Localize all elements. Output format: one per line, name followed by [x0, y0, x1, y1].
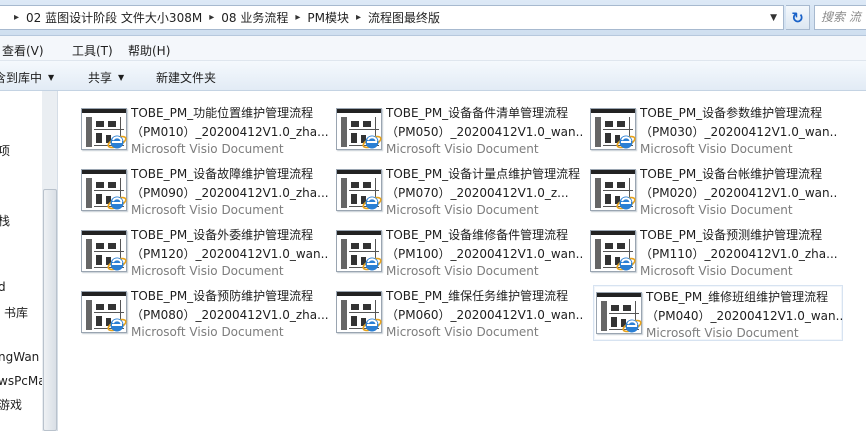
- file-name-suffix: （PM090）_20200412V1.0_zha...: [131, 186, 329, 200]
- chevron-right-icon[interactable]: ▸: [356, 12, 361, 23]
- file-name-suffix: （PM050）_20200412V1.0_wan...: [386, 125, 584, 139]
- file-name: TOBE_PM_功能位置维护管理流程: [131, 106, 314, 120]
- file-item[interactable]: TOBE_PM_设备计量点维护管理流程 （PM070）_20200412V1.0_…: [333, 162, 583, 218]
- file-name: TOBE_PM_设备台帐维护管理流程: [640, 167, 823, 181]
- chevron-right-icon[interactable]: ▸: [295, 12, 300, 23]
- ie-icon: [362, 257, 382, 271]
- nav-item-1[interactable]: 项: [0, 142, 10, 159]
- file-item[interactable]: TOBE_PM_维修班组维护管理流程 （PM040）_20200412V1.0_w…: [593, 285, 844, 341]
- file-item[interactable]: TOBE_PM_设备维修备件管理流程 （PM100）_20200412V1.0_w…: [333, 223, 584, 279]
- file-type: Microsoft Visio Document: [386, 264, 539, 278]
- file-name: TOBE_PM_设备故障维护管理流程: [131, 167, 314, 181]
- include-in-library-button[interactable]: 含到库中 ▼: [0, 69, 54, 86]
- include-in-library-label: 含到库中: [0, 71, 43, 85]
- chevron-down-icon: ▼: [48, 73, 55, 82]
- refresh-button[interactable]: ↻: [786, 5, 810, 30]
- ie-icon: [616, 196, 636, 210]
- file-type: Microsoft Visio Document: [386, 142, 539, 156]
- ie-icon: [107, 135, 127, 149]
- menu-view[interactable]: 查看(V): [2, 42, 44, 59]
- file-item[interactable]: TOBE_PM_功能位置维护管理流程 （PM010）_20200412V1.0_z…: [78, 101, 329, 157]
- chevron-right-icon[interactable]: ▸: [14, 12, 19, 23]
- ie-icon: [616, 257, 636, 271]
- file-type: Microsoft Visio Document: [131, 264, 284, 278]
- menu-bar: 查看(V) 工具(T) 帮助(H): [0, 36, 866, 61]
- chevron-right-icon[interactable]: ▸: [209, 12, 214, 23]
- file-name: TOBE_PM_维保任务维护管理流程: [386, 289, 569, 303]
- breadcrumb-final-flowcharts[interactable]: 流程图最终版: [368, 9, 440, 26]
- file-item[interactable]: TOBE_PM_设备故障维护管理流程 （PM090）_20200412V1.0_z…: [78, 162, 329, 218]
- file-list: TOBE_PM_功能位置维护管理流程 （PM010）_20200412V1.0_z…: [58, 91, 866, 431]
- ie-icon: [362, 196, 382, 210]
- address-bar[interactable]: ▸ 02 蓝图设计阶段 文件大小308M ▸ 08 业务流程 ▸ PM模块 ▸ …: [0, 5, 784, 30]
- file-type: Microsoft Visio Document: [386, 325, 539, 339]
- file-type: Microsoft Visio Document: [386, 203, 539, 217]
- ie-icon: [107, 318, 127, 332]
- file-name-suffix: （PM110）_20200412V1.0_zha...: [640, 247, 838, 261]
- file-name-suffix: （PM030）_20200412V1.0_wan...: [640, 125, 838, 139]
- nav-item-5[interactable]: ngWan: [0, 350, 39, 364]
- file-name: TOBE_PM_维修班组维护管理流程: [646, 290, 829, 304]
- ie-icon: [362, 135, 382, 149]
- ie-icon: [107, 257, 127, 271]
- file-item[interactable]: TOBE_PM_设备参数维护管理流程 （PM030）_20200412V1.0_w…: [587, 101, 838, 157]
- nav-item-7[interactable]: 游戏: [0, 396, 22, 413]
- new-folder-button[interactable]: 新建文件夹: [156, 69, 216, 86]
- file-type: Microsoft Visio Document: [640, 203, 793, 217]
- address-row: ▸ 02 蓝图设计阶段 文件大小308M ▸ 08 业务流程 ▸ PM模块 ▸ …: [0, 0, 866, 36]
- ie-icon: [107, 196, 127, 210]
- chevron-down-icon: ▼: [118, 73, 125, 82]
- file-name: TOBE_PM_设备备件清单管理流程: [386, 106, 569, 120]
- file-name: TOBE_PM_设备外委维护管理流程: [131, 228, 314, 242]
- nav-item-3[interactable]: d: [0, 280, 6, 294]
- file-name-suffix: （PM060）_20200412V1.0_wan...: [386, 308, 584, 322]
- ie-icon: [362, 318, 382, 332]
- share-button[interactable]: 共享 ▼: [88, 69, 124, 86]
- file-type: Microsoft Visio Document: [640, 142, 793, 156]
- ie-icon: [616, 135, 636, 149]
- chevron-down-icon[interactable]: ▼: [770, 13, 777, 23]
- nav-scrollbar-thumb[interactable]: [43, 189, 57, 431]
- file-item[interactable]: TOBE_PM_维保任务维护管理流程 （PM060）_20200412V1.0_w…: [333, 284, 584, 340]
- file-type: Microsoft Visio Document: [131, 203, 284, 217]
- file-name-suffix: （PM080）_20200412V1.0_zha...: [131, 308, 329, 322]
- file-name-suffix: （PM040）_20200412V1.0_wan...: [646, 309, 844, 323]
- file-type: Microsoft Visio Document: [640, 264, 793, 278]
- share-label: 共享: [88, 71, 113, 85]
- file-item[interactable]: TOBE_PM_设备台帐维护管理流程 （PM020）_20200412V1.0_w…: [587, 162, 838, 218]
- file-name: TOBE_PM_设备预测维护管理流程: [640, 228, 823, 242]
- breadcrumb-pm-module[interactable]: PM模块: [307, 9, 349, 26]
- menu-help[interactable]: 帮助(H): [128, 42, 170, 59]
- file-type: Microsoft Visio Document: [646, 326, 799, 340]
- refresh-icon: ↻: [791, 8, 804, 27]
- toolbar: 含到库中 ▼ 共享 ▼ 新建文件夹: [0, 61, 866, 91]
- file-type: Microsoft Visio Document: [131, 142, 284, 156]
- breadcrumb-blueprint[interactable]: 02 蓝图设计阶段 文件大小308M: [26, 9, 202, 26]
- nav-item-4[interactable]: 书库: [4, 304, 28, 321]
- file-name: TOBE_PM_设备参数维护管理流程: [640, 106, 823, 120]
- search-input[interactable]: 搜索 流: [814, 5, 866, 30]
- file-name: TOBE_PM_设备预防维护管理流程: [131, 289, 314, 303]
- file-name-suffix: （PM010）_20200412V1.0_zha...: [131, 125, 329, 139]
- breadcrumb-business-process[interactable]: 08 业务流程: [221, 9, 288, 26]
- file-name: TOBE_PM_设备维修备件管理流程: [386, 228, 569, 242]
- nav-item-6[interactable]: wsPcMa: [0, 374, 46, 388]
- file-type: Microsoft Visio Document: [131, 325, 284, 339]
- file-name-suffix: （PM020）_20200412V1.0_wan...: [640, 186, 838, 200]
- ie-icon: [622, 319, 642, 333]
- file-item[interactable]: TOBE_PM_设备预防维护管理流程 （PM080）_20200412V1.0_z…: [78, 284, 329, 340]
- menu-tools[interactable]: 工具(T): [72, 42, 113, 59]
- file-name-suffix: （PM070）_20200412V1.0_z...: [386, 186, 569, 200]
- file-item[interactable]: TOBE_PM_设备预测维护管理流程 （PM110）_20200412V1.0_z…: [587, 223, 838, 279]
- file-name-suffix: （PM100）_20200412V1.0_wan...: [386, 247, 584, 261]
- file-name: TOBE_PM_设备计量点维护管理流程: [386, 167, 581, 181]
- nav-item-2[interactable]: 栈: [0, 212, 10, 229]
- file-item[interactable]: TOBE_PM_设备备件清单管理流程 （PM050）_20200412V1.0_w…: [333, 101, 584, 157]
- file-name-suffix: （PM120）_20200412V1.0_wan...: [131, 247, 329, 261]
- file-item[interactable]: TOBE_PM_设备外委维护管理流程 （PM120）_20200412V1.0_w…: [78, 223, 329, 279]
- navigation-pane: 项 栈 d 书库 ngWan wsPcMa 游戏: [0, 91, 58, 431]
